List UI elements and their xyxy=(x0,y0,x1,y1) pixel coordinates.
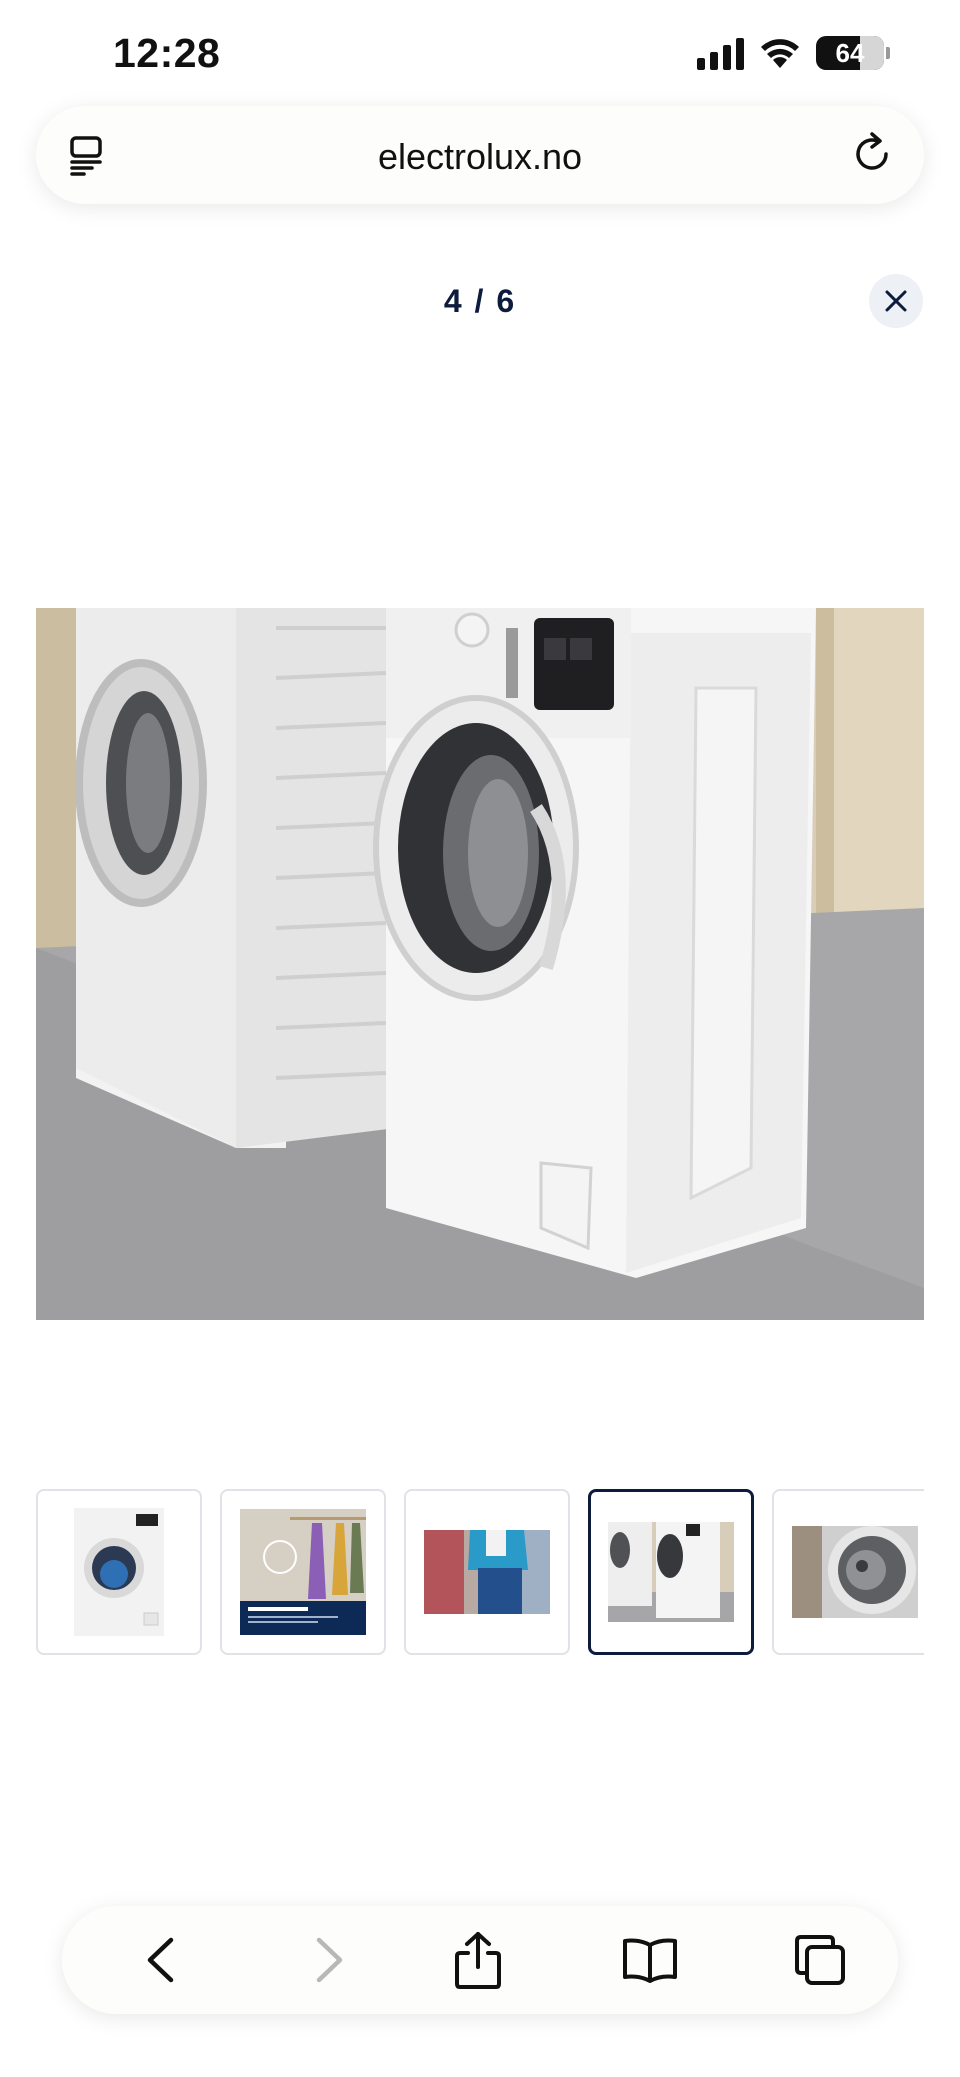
reload-icon[interactable] xyxy=(850,132,894,176)
back-icon xyxy=(147,1937,174,1983)
battery-icon: 64 xyxy=(816,36,884,70)
bookmarks-icon xyxy=(623,1938,677,1983)
tabs-button[interactable] xyxy=(788,1928,852,1992)
url-text[interactable]: electrolux.no xyxy=(36,136,924,178)
browser-toolbar xyxy=(62,1906,898,2014)
thumbnail-3[interactable] xyxy=(404,1489,570,1655)
back-button[interactable] xyxy=(128,1928,192,1992)
status-time: 12:28 xyxy=(113,30,221,76)
image-counter: 4 / 6 xyxy=(443,283,517,319)
close-button[interactable] xyxy=(869,274,923,328)
forward-icon xyxy=(316,1937,343,1983)
thumbnail-1[interactable] xyxy=(36,1489,202,1655)
page: 12:28 64 electrolux.no 4 / 6 xyxy=(0,0,960,2077)
cellular-signal-icon xyxy=(697,36,744,70)
close-icon xyxy=(885,290,907,312)
status-icons: 64 xyxy=(697,36,890,70)
bookmarks-button[interactable] xyxy=(618,1928,682,1992)
battery-level: 64 xyxy=(835,37,865,68)
forward-button[interactable] xyxy=(298,1928,362,1992)
wifi-icon xyxy=(758,36,802,70)
tabs-icon xyxy=(795,1935,845,1985)
thumbnail-2[interactable] xyxy=(220,1489,386,1655)
thumbnail-4[interactable] xyxy=(588,1489,754,1655)
thumbnail-5[interactable] xyxy=(772,1489,924,1655)
share-button[interactable] xyxy=(446,1928,510,1992)
thumbnail-strip xyxy=(36,1489,924,1655)
product-image[interactable] xyxy=(36,608,924,1320)
share-icon xyxy=(455,1932,501,1989)
status-bar: 12:28 64 xyxy=(0,0,960,100)
address-bar[interactable]: electrolux.no xyxy=(36,106,924,204)
